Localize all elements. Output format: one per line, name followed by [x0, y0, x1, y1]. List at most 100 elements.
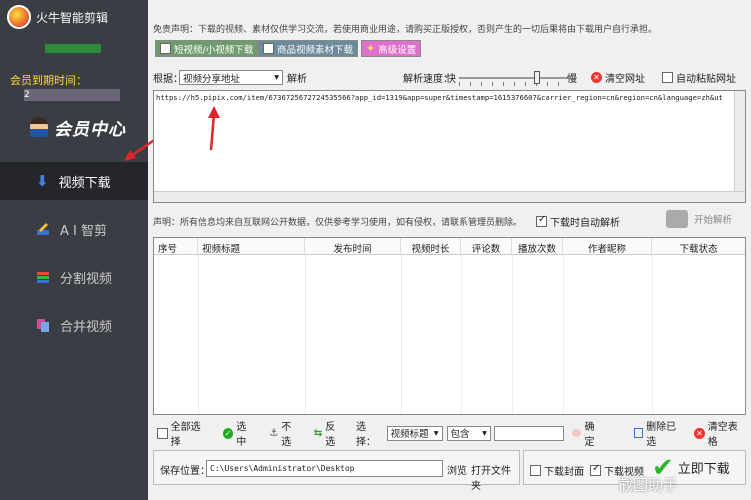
- button-label: 商品视频素材下载: [277, 44, 354, 56]
- clear-icon: ✕: [591, 72, 602, 83]
- sidebar-item-label: 合并视频: [60, 319, 113, 335]
- invert-button[interactable]: ⇆ 反选: [314, 418, 344, 448]
- chevron-down-icon: ▾: [274, 72, 279, 83]
- clear-url-label: 清空网址: [605, 74, 645, 85]
- member-center-label: 会员中心: [54, 119, 126, 140]
- short-video-download-button[interactable]: 短视频/小视频下载: [155, 40, 259, 57]
- url-horizontal-scrollbar[interactable]: [154, 191, 745, 202]
- table-actions-bar: 全部选择 ✓ 选中 ⚓ 不选 ⇆ 反选 选择： 视频标题 ▾ 包含 ▾ 确定 删除已选 ✕…: [153, 422, 746, 448]
- column-header[interactable]: 播放次数: [512, 238, 563, 255]
- video-table[interactable]: 序号 视频标题 发布时间 视频时长 评论数 播放次数 作者昵称 下载状态: [153, 237, 746, 415]
- delete-icon: [633, 428, 644, 438]
- auto-paste-label: 自动粘贴网址: [676, 74, 736, 85]
- column-header[interactable]: 视频时长: [401, 238, 461, 255]
- field-select[interactable]: 视频标题 ▾: [386, 425, 443, 441]
- select-by-label: 选择：: [355, 422, 376, 448]
- member-center-link[interactable]: 会员中心: [30, 115, 126, 140]
- sidebar-item-label: A I 智剪: [60, 223, 107, 239]
- sidebar-item-label: 视频下载: [58, 175, 111, 191]
- parse-speed-slider[interactable]: [459, 71, 569, 86]
- column-header[interactable]: 序号: [154, 238, 198, 255]
- button-label: 高级设置: [378, 44, 417, 56]
- member-expiry-label: 会员到期时间：: [10, 74, 87, 87]
- match-select[interactable]: 包含 ▾: [446, 425, 491, 441]
- watermark: 截图助手: [618, 476, 679, 494]
- sidebar-item-ai-edit[interactable]: A I 智剪: [0, 210, 148, 248]
- advanced-settings-button[interactable]: ✦ 高级设置: [361, 40, 422, 57]
- auto-paste-checkbox[interactable]: 自动粘贴网址: [662, 70, 736, 85]
- chevron-down-icon: ▾: [433, 427, 439, 439]
- download-now-label: 立即下载: [677, 462, 730, 477]
- anchor-icon: ⚓: [269, 427, 279, 439]
- app-logo: [7, 5, 31, 29]
- confirm-icon: [571, 429, 582, 437]
- confirm-button[interactable]: 确定: [571, 418, 604, 448]
- chevron-down-icon: ▾: [482, 427, 487, 439]
- select-button[interactable]: ✓ 选中: [222, 418, 256, 448]
- filter-input[interactable]: [493, 425, 564, 441]
- swap-icon: ⇆: [313, 427, 323, 439]
- column-header[interactable]: 评论数: [461, 238, 512, 255]
- column-header[interactable]: 视频标题: [198, 238, 305, 255]
- fast-label: 快: [446, 74, 456, 85]
- start-parse-label: 开始解析: [694, 215, 733, 226]
- save-location-label: 保存位置：: [160, 466, 210, 477]
- checkbox-icon: [662, 72, 673, 83]
- url-vertical-scrollbar[interactable]: [734, 91, 745, 202]
- sidebar-item-split-video[interactable]: 分割视频: [0, 258, 148, 296]
- start-parse-button[interactable]: 开始解析: [666, 210, 732, 228]
- select-all-checkbox[interactable]: 全部选择: [157, 418, 209, 448]
- member-avatar-icon: [30, 117, 48, 137]
- clear-table-button[interactable]: ✕ 清空表格: [694, 418, 746, 448]
- clear-url-button[interactable]: ✕ 清空网址: [591, 70, 645, 85]
- match-select-value: 包含: [450, 429, 470, 440]
- wand-icon: ✦: [366, 42, 376, 55]
- table-header: 序号 视频标题 发布时间 视频时长 评论数 播放次数 作者昵称 下载状态: [154, 238, 745, 255]
- url-input[interactable]: https://h5.pipix.com/item/67367256727245…: [153, 90, 746, 203]
- source-select[interactable]: 视频分享地址 ▾: [179, 70, 283, 85]
- select-label: 选中: [236, 422, 247, 448]
- parse-button[interactable]: 解析: [287, 70, 307, 85]
- button-label: 短视频/小视频下载: [174, 44, 254, 56]
- clear-table-label: 清空表格: [707, 422, 738, 448]
- deselect-label: 不选: [281, 422, 292, 448]
- split-icon: [37, 272, 49, 283]
- checkbox-icon: [536, 214, 547, 227]
- product-icon: [263, 43, 274, 54]
- auto-parse-checkbox[interactable]: 下载时自动解析: [536, 214, 620, 229]
- main-panel: 免责声明：下载的视频、素材仅供学习交流，若使用商业用途，请购买正版授权，否则产生…: [148, 0, 751, 500]
- auto-parse-label: 下载时自动解析: [550, 218, 620, 229]
- slider-thumb[interactable]: [534, 71, 540, 84]
- delete-selected-button[interactable]: 删除已选: [633, 418, 685, 448]
- clear-icon: ✕: [694, 427, 705, 439]
- user-id-redacted: [45, 44, 101, 53]
- deselect-button[interactable]: ⚓ 不选: [269, 418, 300, 448]
- save-path-input[interactable]: C:\Users\Administrator\Desktop: [206, 460, 443, 477]
- invert-label: 反选: [325, 422, 336, 448]
- member-expiry-redacted: [24, 89, 120, 101]
- ai-edit-icon: [37, 223, 49, 235]
- app-title: 火牛智能剪辑: [36, 11, 109, 25]
- checkbox-icon: [157, 427, 168, 439]
- download-cover-checkbox[interactable]: 下载封面: [530, 463, 584, 478]
- member-expiry-prefix: 2: [24, 90, 30, 100]
- column-header[interactable]: 发布时间: [305, 238, 401, 255]
- open-folder-button[interactable]: 打开文件夹: [471, 462, 519, 492]
- download-cover-label: 下载封面: [544, 467, 584, 478]
- save-location-panel: 保存位置： C:\Users\Administrator\Desktop 浏览 …: [153, 450, 520, 492]
- product-video-download-button[interactable]: 商品视频素材下载: [258, 40, 359, 57]
- column-header[interactable]: 下载状态: [652, 238, 745, 255]
- arrow-down-icon: ⬇: [36, 172, 49, 190]
- confirm-label: 确定: [584, 422, 595, 448]
- browse-button[interactable]: 浏览: [447, 462, 467, 477]
- sidebar-item-video-download[interactable]: ⬇ 视频下载: [0, 162, 148, 200]
- statement-text: 声明：所有信息均来自互联网公开数据，仅供参考学习使用，如有侵权，请联系管理员删除…: [153, 218, 523, 228]
- column-header[interactable]: 作者昵称: [563, 238, 652, 255]
- delete-selected-label: 删除已选: [646, 422, 677, 448]
- annotation-arrow-icon: [208, 106, 220, 151]
- select-all-label: 全部选择: [170, 422, 201, 448]
- field-select-value: 视频标题: [390, 429, 429, 440]
- disclaimer-text: 免责声明：下载的视频、素材仅供学习交流，若使用商业用途，请购买正版授权，否则产生…: [153, 25, 658, 35]
- sidebar-item-merge-video[interactable]: 合并视频: [0, 306, 148, 344]
- slow-label: 慢: [567, 74, 577, 85]
